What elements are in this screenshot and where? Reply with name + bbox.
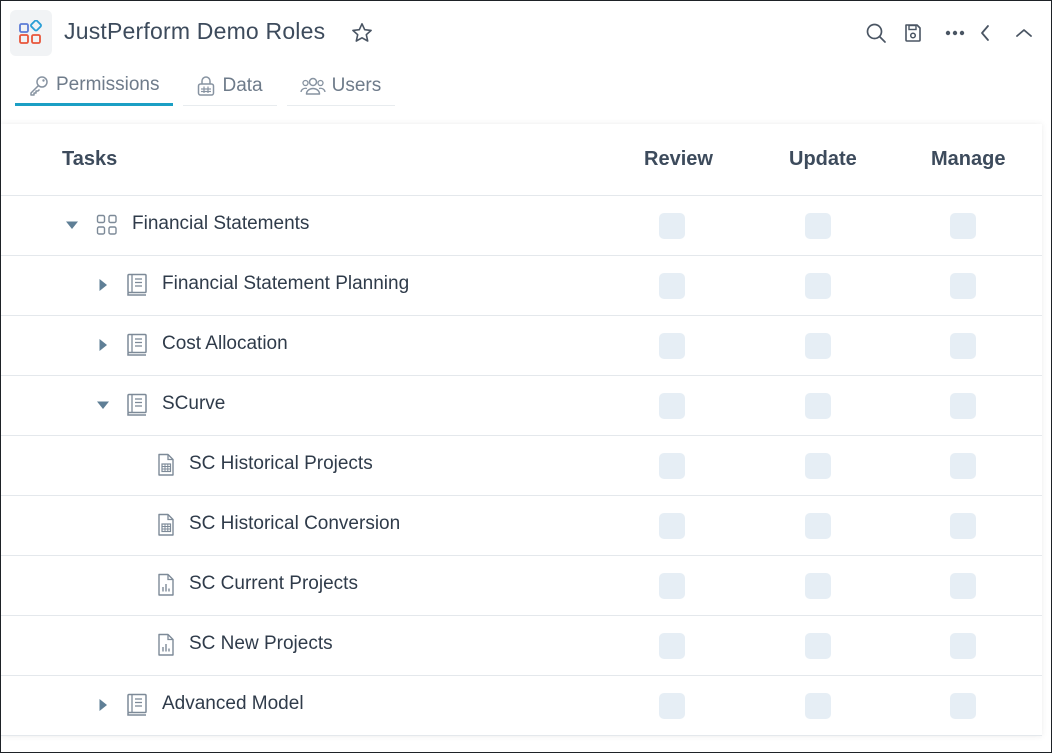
row-label: SCurve (162, 393, 226, 414)
manage-checkbox[interactable] (950, 513, 976, 539)
table-row[interactable]: SC Current Projects (1, 556, 1042, 616)
book-icon (125, 393, 149, 417)
row-label: SC Historical Conversion (189, 513, 401, 534)
update-checkbox[interactable] (805, 693, 831, 719)
data-lock-icon (196, 75, 216, 97)
table-row[interactable]: SC Historical Projects (1, 436, 1042, 496)
update-checkbox[interactable] (805, 633, 831, 659)
caret-right-icon[interactable] (96, 278, 110, 292)
update-checkbox[interactable] (805, 273, 831, 299)
row-label: Advanced Model (162, 693, 304, 714)
update-checkbox[interactable] (805, 213, 831, 239)
manage-checkbox[interactable] (950, 453, 976, 479)
table-row[interactable]: SCurve (1, 376, 1042, 436)
row-label: Cost Allocation (162, 333, 288, 354)
caret-down-icon[interactable] (96, 398, 110, 412)
manage-checkbox[interactable] (950, 273, 976, 299)
permissions-table: Tasks Review Update Manage Financial Sta… (1, 124, 1042, 736)
table-row[interactable]: SC Historical Conversion (1, 496, 1042, 556)
update-checkbox[interactable] (805, 513, 831, 539)
tab-label: Users (331, 75, 382, 96)
tab-label: Data (222, 75, 263, 96)
tab-permissions[interactable]: Permissions (15, 67, 174, 106)
tab-users[interactable]: Users (286, 67, 396, 106)
update-checkbox[interactable] (805, 393, 831, 419)
caret-right-icon[interactable] (96, 338, 110, 352)
update-checkbox[interactable] (805, 453, 831, 479)
table-row[interactable]: Cost Allocation (1, 316, 1042, 376)
update-checkbox[interactable] (805, 573, 831, 599)
table-doc-icon (154, 453, 178, 477)
manage-checkbox[interactable] (950, 633, 976, 659)
manage-checkbox[interactable] (950, 333, 976, 359)
book-icon (125, 693, 149, 717)
manage-checkbox[interactable] (950, 213, 976, 239)
book-icon (125, 273, 149, 297)
table-row[interactable]: Financial Statement Planning (1, 256, 1042, 316)
update-checkbox[interactable] (805, 333, 831, 359)
chevron-left-icon[interactable] (973, 21, 997, 45)
chart-doc-icon (154, 573, 178, 597)
save-icon[interactable] (901, 21, 925, 45)
manage-checkbox[interactable] (950, 693, 976, 719)
row-label: SC New Projects (189, 633, 333, 654)
header: JustPerform Demo Roles (1, 1, 1051, 63)
row-label: Financial Statement Planning (162, 273, 410, 294)
table-doc-icon (154, 513, 178, 537)
manage-checkbox[interactable] (950, 573, 976, 599)
book-icon (125, 333, 149, 357)
table-row[interactable]: Financial Statements (1, 196, 1042, 256)
more-icon[interactable] (943, 21, 967, 45)
review-checkbox[interactable] (659, 333, 685, 359)
review-checkbox[interactable] (659, 513, 685, 539)
tab-data[interactable]: Data (183, 67, 277, 106)
chart-doc-icon (154, 633, 178, 657)
column-header-update[interactable]: Update (789, 148, 857, 171)
row-label: Financial Statements (132, 213, 310, 234)
star-icon[interactable] (350, 21, 374, 45)
tab-label: Permissions (56, 74, 160, 95)
column-header-tasks[interactable]: Tasks (62, 148, 117, 171)
users-icon (299, 75, 326, 97)
review-checkbox[interactable] (659, 273, 685, 299)
manage-checkbox[interactable] (950, 393, 976, 419)
review-checkbox[interactable] (659, 393, 685, 419)
tab-bar: Permissions Data Users (15, 67, 405, 107)
app-window: JustPerform Demo Roles Permissions Data … (0, 0, 1052, 753)
caret-right-icon[interactable] (96, 698, 110, 712)
table-header: Tasks Review Update Manage (1, 124, 1042, 196)
chevron-up-icon[interactable] (1012, 21, 1036, 45)
review-checkbox[interactable] (659, 213, 685, 239)
app-logo-icon (10, 10, 52, 56)
row-label: SC Current Projects (189, 573, 358, 594)
table-row[interactable]: Advanced Model (1, 676, 1042, 736)
key-icon (28, 74, 50, 96)
row-label: SC Historical Projects (189, 453, 373, 474)
review-checkbox[interactable] (659, 573, 685, 599)
grid-icon (95, 213, 119, 237)
review-checkbox[interactable] (659, 633, 685, 659)
column-header-manage[interactable]: Manage (931, 148, 1005, 171)
caret-down-icon[interactable] (65, 218, 79, 232)
page-title: JustPerform Demo Roles (64, 18, 326, 44)
review-checkbox[interactable] (659, 693, 685, 719)
column-header-review[interactable]: Review (644, 148, 713, 171)
search-icon[interactable] (864, 21, 888, 45)
table-row[interactable]: SC New Projects (1, 616, 1042, 676)
review-checkbox[interactable] (659, 453, 685, 479)
